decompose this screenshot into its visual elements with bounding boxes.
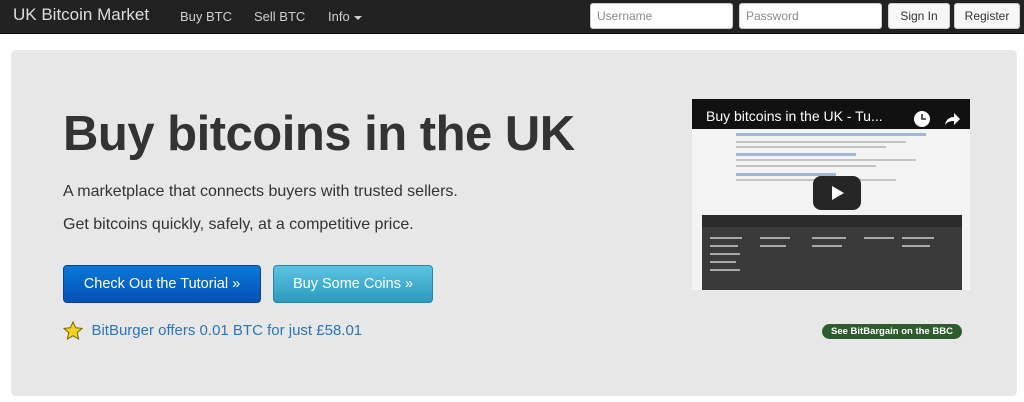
nav-buy-btc[interactable]: Buy BTC (180, 9, 232, 24)
signin-button[interactable]: Sign In (888, 3, 950, 29)
buy-coins-button[interactable]: Buy Some Coins » (273, 265, 433, 303)
page-title: Buy bitcoins in the UK (63, 107, 575, 161)
username-input[interactable] (590, 3, 733, 29)
lead-quickly: Get bitcoins quickly, safely, at a compe… (63, 216, 414, 233)
caret-down-icon (353, 15, 362, 20)
hero-jumbotron: Buy bitcoins in the UK A marketplace tha… (11, 50, 1017, 396)
clock-icon[interactable] (913, 110, 931, 128)
share-icon[interactable] (943, 110, 961, 128)
brand-link[interactable]: UK Bitcoin Market (13, 5, 149, 25)
nav-info-dropdown[interactable]: Info (328, 9, 362, 24)
lead-marketplace: A marketplace that connects buyers with … (63, 183, 458, 200)
star-icon (63, 321, 83, 340)
register-button[interactable]: Register (954, 3, 1020, 29)
featured-offer[interactable]: BitBurger offers 0.01 BTC for just £58.0… (63, 321, 362, 340)
play-button[interactable] (813, 176, 861, 210)
video-title[interactable]: Buy bitcoins in the UK - Tu... (706, 108, 883, 124)
bbc-footer-block (702, 215, 962, 290)
nav-info-label: Info (328, 9, 350, 24)
nav-sell-btc[interactable]: Sell BTC (254, 9, 305, 24)
bbc-links-preview (702, 215, 962, 271)
password-input[interactable] (739, 3, 882, 29)
navbar: UK Bitcoin Market Buy BTC Sell BTC Info … (0, 0, 1024, 34)
tutorial-button[interactable]: Check Out the Tutorial » (63, 265, 261, 303)
video-embed[interactable]: Buy bitcoins in the UK - Tu... (692, 99, 970, 290)
bbc-badge-link[interactable]: See BitBargain on the BBC (822, 324, 962, 339)
offer-link[interactable]: BitBurger offers 0.01 BTC for just £58.0… (91, 322, 362, 339)
play-icon (832, 186, 844, 200)
